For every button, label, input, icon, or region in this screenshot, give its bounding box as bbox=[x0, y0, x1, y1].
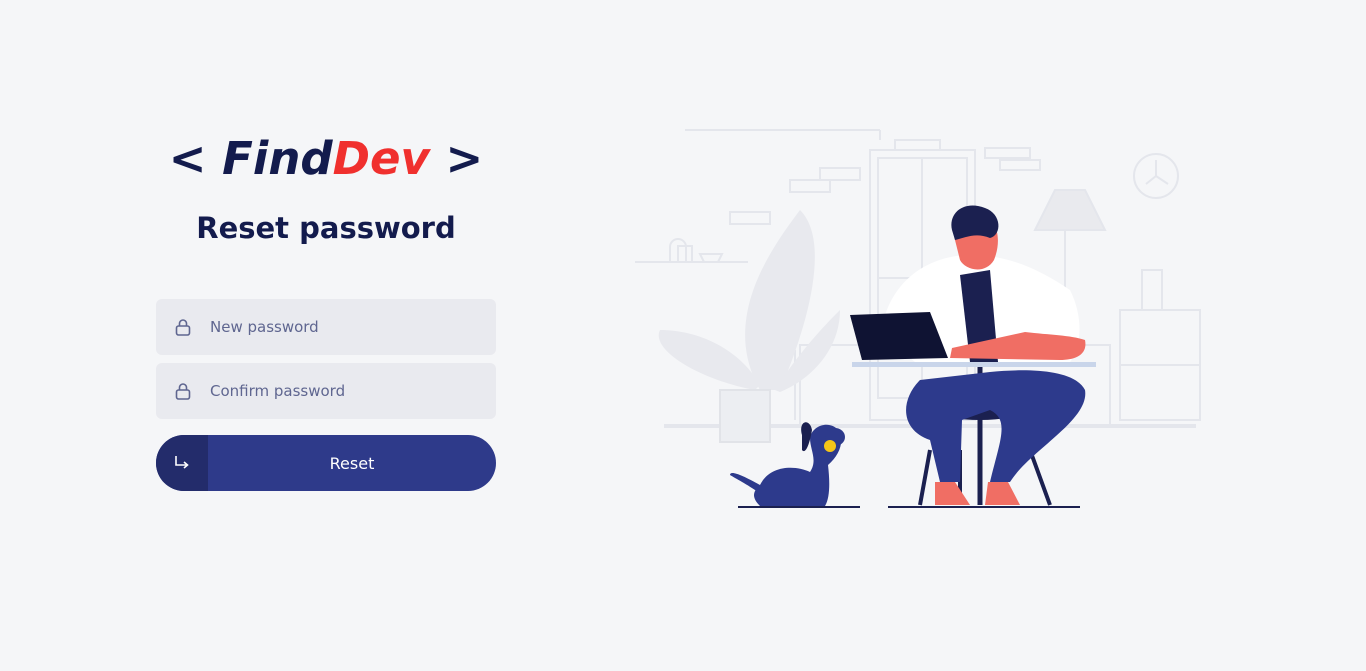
arrow-enter-icon bbox=[156, 435, 208, 491]
new-password-input[interactable] bbox=[210, 318, 480, 336]
lock-icon bbox=[156, 318, 210, 336]
findev-logo: < FindDev > bbox=[156, 132, 496, 185]
logo-close-bracket: > bbox=[445, 132, 484, 185]
logo-open-bracket: < bbox=[168, 132, 207, 185]
logo-text-dev: Dev bbox=[332, 132, 430, 185]
page-title: Reset password bbox=[196, 211, 456, 245]
confirm-password-field[interactable] bbox=[156, 363, 496, 419]
reset-password-page: < FindDev > Reset password Reset bbox=[0, 0, 1366, 671]
lock-icon bbox=[156, 382, 210, 400]
reset-button[interactable]: Reset bbox=[156, 435, 496, 491]
reset-button-label: Reset bbox=[329, 453, 375, 473]
confirm-password-input[interactable] bbox=[210, 382, 480, 400]
logo-text-find: Find bbox=[222, 132, 333, 185]
new-password-field[interactable] bbox=[156, 299, 496, 355]
person-working-laptop-illustration bbox=[635, 129, 1201, 508]
